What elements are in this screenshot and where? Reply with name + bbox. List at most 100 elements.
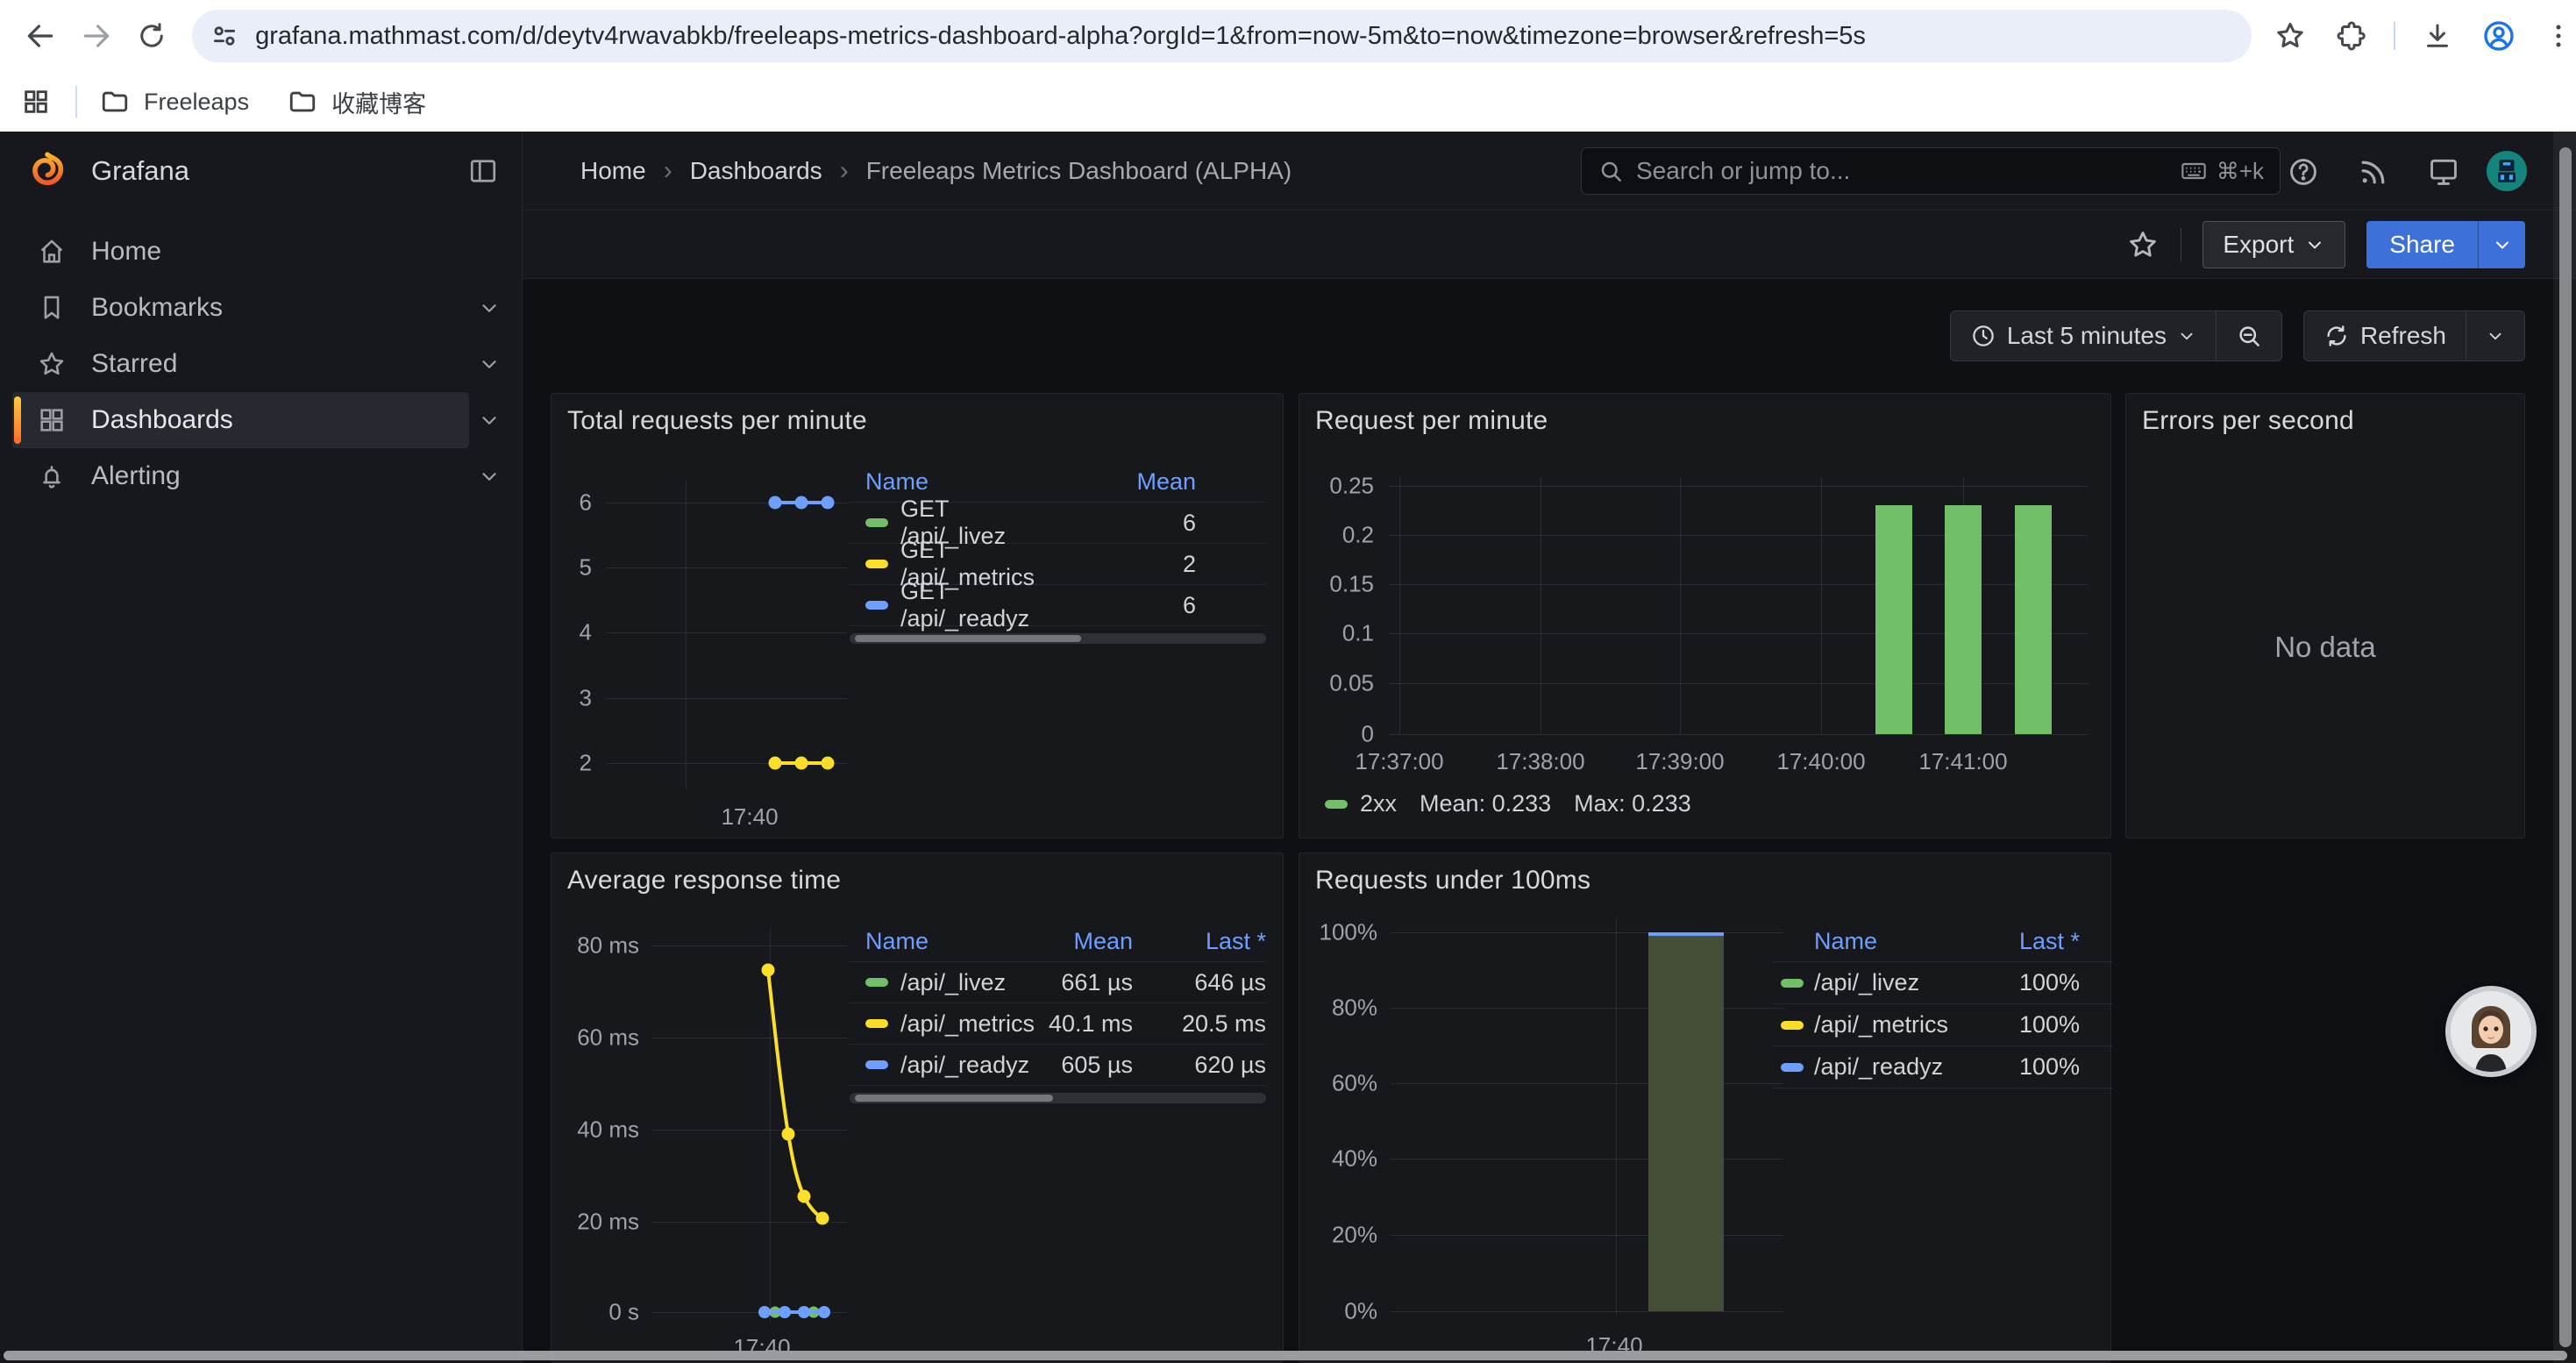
legend-row[interactable]: /api/_metrics 100% — [1773, 1004, 2112, 1046]
series-color-pill — [865, 1060, 888, 1069]
sidebar-item-bookmarks[interactable]: Bookmarks — [12, 280, 469, 336]
site-settings-icon[interactable] — [210, 21, 239, 51]
browser-actions — [2271, 8, 2576, 64]
url-text[interactable]: grafana.mathmast.com/d/deytv4rwavabkb/fr… — [255, 22, 1866, 51]
legend-col-mean[interactable]: Mean — [1058, 468, 1196, 496]
breadcrumb-dashboards[interactable]: Dashboards — [690, 157, 822, 185]
user-avatar[interactable] — [2487, 151, 2527, 191]
sidebar-collapse-icon[interactable] — [467, 155, 499, 187]
panel-title[interactable]: Total requests per minute — [567, 406, 867, 436]
panel-errors-per-second[interactable]: Errors per second No data — [2125, 393, 2525, 838]
reload-icon[interactable] — [124, 8, 180, 64]
legend-col-last[interactable]: Last * — [1975, 928, 2080, 955]
legend-scrollbar-thumb[interactable] — [855, 635, 1081, 642]
refresh-button[interactable]: Refresh — [2304, 311, 2466, 360]
forward-icon[interactable] — [68, 8, 125, 64]
main-area: Home › Dashboards › Freeleaps Metrics Da… — [523, 132, 2576, 1363]
y-tick: 60% — [1303, 1070, 1377, 1097]
download-icon[interactable] — [2418, 8, 2457, 64]
legend-col-name[interactable]: Name — [850, 928, 1048, 955]
chevron-down-icon — [2486, 326, 2505, 346]
y-tick: 3 — [557, 685, 592, 712]
extensions-icon[interactable] — [2332, 8, 2371, 64]
panel-title[interactable]: Average response time — [567, 866, 841, 896]
chevron-down-icon — [2177, 326, 2196, 346]
panel-title[interactable]: Errors per second — [2142, 406, 2354, 436]
monitor-icon[interactable] — [2427, 155, 2460, 189]
grafana-brand[interactable]: Grafana — [26, 150, 189, 192]
legend-scrollbar-thumb[interactable] — [855, 1095, 1053, 1102]
brand-name: Grafana — [91, 155, 189, 187]
panel-title[interactable]: Request per minute — [1315, 406, 1548, 436]
panel-title[interactable]: Requests under 100ms — [1315, 866, 1590, 896]
search-input[interactable] — [1636, 157, 2180, 185]
bookmark-star-icon[interactable] — [2271, 8, 2309, 64]
back-icon[interactable] — [12, 8, 68, 64]
browser-menu-icon[interactable] — [2541, 8, 2576, 64]
x-tick: 17:38:00 — [1496, 748, 1584, 775]
breadcrumb-home[interactable]: Home — [580, 157, 646, 185]
sidebar: Grafana Home Bookmarks — [0, 132, 523, 1363]
sidebar-item-alerting[interactable]: Alerting — [12, 448, 469, 504]
favorite-star-icon[interactable] — [2126, 228, 2160, 261]
legend-scrollbar[interactable] — [850, 1093, 1266, 1103]
help-icon[interactable] — [2287, 155, 2320, 189]
data-point — [769, 496, 782, 510]
panel-total-requests[interactable]: Total requests per minute 6 5 4 3 2 17:4… — [551, 393, 1284, 838]
vertical-scrollbar[interactable] — [2559, 147, 2572, 1347]
zoom-out-button[interactable] — [2216, 311, 2281, 360]
legend-header: Name Mean Last * — [850, 922, 1266, 962]
legend-row[interactable]: GET /api/_readyz 6 — [850, 585, 1266, 626]
export-button[interactable]: Export — [2202, 221, 2345, 268]
chevron-down-icon[interactable] — [478, 409, 501, 432]
y-tick: 0.25 — [1304, 473, 1374, 500]
floating-assistant-avatar[interactable] — [2445, 986, 2537, 1077]
gridline — [1399, 477, 1400, 734]
horizontal-scrollbar[interactable] — [4, 1351, 2567, 1360]
address-bar[interactable]: grafana.mathmast.com/d/deytv4rwavabkb/fr… — [192, 10, 2252, 62]
share-menu-chevron[interactable] — [2478, 221, 2525, 268]
apps-grid-icon[interactable] — [14, 74, 58, 130]
gridline — [1616, 918, 1617, 1315]
assistant-avatar-image — [2451, 991, 2531, 1072]
legend-col-name[interactable]: Name — [1773, 928, 1975, 955]
gridline — [1391, 1008, 1784, 1009]
panel-avg-response-time[interactable]: Average response time 80 ms 60 ms 40 ms … — [551, 853, 1284, 1363]
y-tick: 40% — [1303, 1145, 1377, 1173]
legend-row[interactable]: /api/_readyz 605 µs 620 µs — [850, 1045, 1266, 1086]
refresh-group: Refresh — [2303, 310, 2525, 361]
panel-request-per-minute[interactable]: Request per minute 0.25 0.2 0.15 0.1 0.0… — [1299, 393, 2111, 838]
legend-item-2xx[interactable]: 2xx — [1325, 790, 1397, 817]
sidebar-item-starred[interactable]: Starred — [12, 336, 469, 392]
bookmark-folder-blogs[interactable]: 收藏博客 — [288, 85, 426, 119]
legend-row[interactable]: /api/_livez 100% — [1773, 962, 2112, 1004]
avatar-pixel-art — [2492, 156, 2522, 186]
chevron-down-icon[interactable] — [478, 296, 501, 319]
bookmark-folder-freeleaps[interactable]: Freeleaps — [100, 87, 249, 117]
chevron-down-icon — [2492, 234, 2513, 255]
bookmarks-divider — [75, 86, 77, 118]
time-range-picker[interactable]: Last 5 minutes — [1951, 311, 2216, 360]
sidebar-item-dashboards[interactable]: Dashboards — [12, 392, 469, 448]
share-button[interactable]: Share — [2366, 221, 2525, 268]
gridline — [606, 567, 848, 568]
legend-row[interactable]: /api/_readyz 100% — [1773, 1046, 2112, 1088]
rss-icon[interactable] — [2357, 155, 2390, 189]
refresh-interval-chevron[interactable] — [2466, 311, 2524, 360]
screen: grafana.mathmast.com/d/deytv4rwavabkb/fr… — [0, 0, 2576, 1363]
sidebar-item-home[interactable]: Home — [12, 224, 469, 280]
legend-row[interactable]: /api/_metrics 40.1 ms 20.5 ms — [850, 1003, 1266, 1045]
x-tick: 17:39:00 — [1635, 748, 1724, 775]
legend-col-last[interactable]: Last * — [1133, 928, 1266, 955]
legend-col-mean[interactable]: Mean — [1048, 928, 1133, 955]
search-box[interactable]: ⌘+k — [1581, 147, 2281, 195]
breadcrumb-separator: › — [664, 156, 672, 186]
chevron-down-icon[interactable] — [478, 353, 501, 375]
panel-under-100ms[interactable]: Requests under 100ms 100% 80% 60% 40% 20… — [1299, 853, 2111, 1363]
legend-col-name[interactable]: Name — [850, 468, 1058, 496]
profile-icon[interactable] — [2480, 8, 2518, 64]
y-tick: 20 ms — [555, 1209, 639, 1236]
legend-scrollbar[interactable] — [850, 633, 1266, 644]
chevron-down-icon[interactable] — [478, 465, 501, 488]
legend-row[interactable]: /api/_livez 661 µs 646 µs — [850, 962, 1266, 1003]
